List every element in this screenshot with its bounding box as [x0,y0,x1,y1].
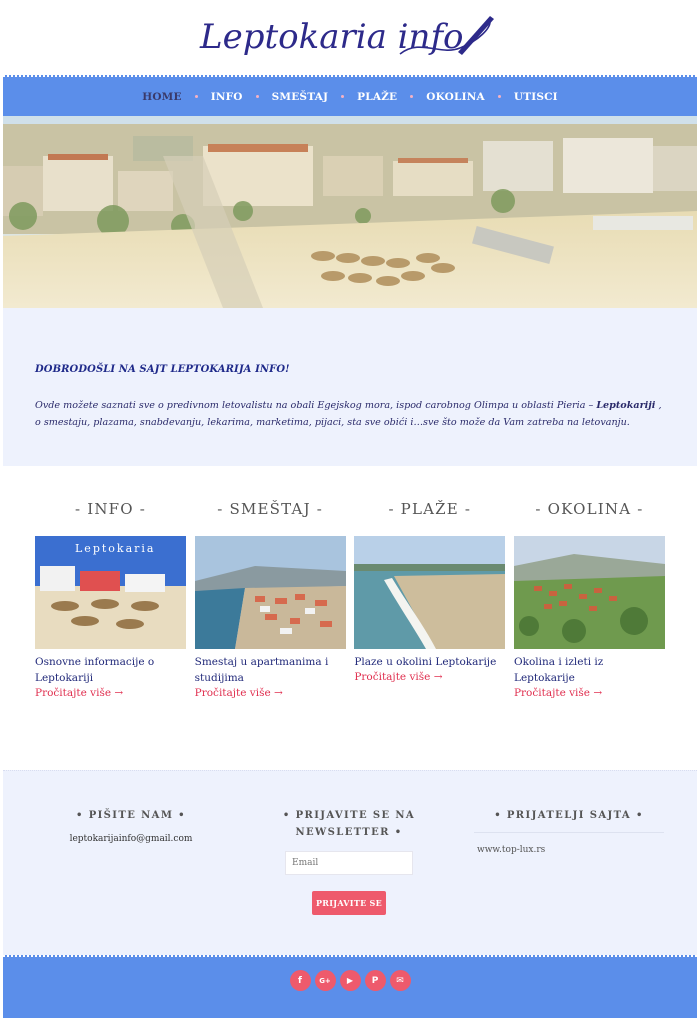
social-links: f G+ ▶ P ✉ [3,970,697,991]
hero-image [3,116,697,308]
read-more-link[interactable]: Pročitajte više → [195,687,346,699]
card-title: - PLAŽE - [388,500,472,518]
card-title: - OKOLINA - [535,500,644,518]
welcome-text: Ovde možete saznati sve o predivnom leto… [35,400,662,428]
nav-item-okolina[interactable]: OKOLINA [426,91,514,103]
email-field[interactable] [285,851,413,875]
read-more-link[interactable]: Pročitajte više → [35,687,186,699]
read-more-link[interactable]: Pročitajte više → [354,671,505,683]
nav-item-utisci[interactable]: UTISCI [514,91,558,103]
subscribe-button[interactable]: PRIJAVITE SE [312,891,386,915]
footer-widgets: • PIŠITE NAM • leptokarijainfo@gmail.com… [3,770,697,955]
card-plaze: - PLAŽE - Plaze u okolini Leptokarije Pr… [354,500,506,699]
card-desc[interactable]: Osnovne informacije o Leptokariji [35,654,186,686]
nav-item-info[interactable]: INFO [211,91,272,103]
welcome-section: DOBRODOŠLI NA SAJT LEPTOKARIJA INFO! Ovd… [3,308,697,466]
card-info: - INFO - Leptokaria Osnovne informacije … [35,500,186,699]
welcome-heading: DOBRODOŠLI NA SAJT LEPTOKARIJA INFO! [35,364,290,375]
card-title: - SMEŠTAJ - [217,500,324,518]
google-plus-icon[interactable]: G+ [314,970,336,991]
card-desc[interactable]: Smestaj u apartmanima i studijima [195,654,346,686]
newsletter-title: • PRIJAVITE SE NA NEWSLETTER • [282,810,416,838]
bottom-bar: f G+ ▶ P ✉ [3,955,697,1018]
nav-item-plaze[interactable]: PLAŽE [357,91,426,103]
card-image-info[interactable]: Leptokaria [35,536,186,649]
card-image-caption: Leptokaria [75,542,155,555]
category-cards: - INFO - Leptokaria Osnovne informacije … [35,500,665,699]
mail-icon[interactable]: ✉ [389,970,411,991]
newsletter-widget: • PRIJAVITE SE NANEWSLETTER • PRIJAVITE … [249,807,449,915]
friend-link[interactable]: www.top-lux.rs [469,845,669,855]
facebook-icon[interactable]: f [289,970,311,991]
main-nav: HOME INFO SMEŠTAJ PLAŽE OKOLINA UTISCI [3,75,697,116]
read-more-link[interactable]: Pročitajte više → [514,687,665,699]
youtube-icon[interactable]: ▶ [339,970,361,991]
logo-text: Leptokaria info [199,17,464,57]
card-smestaj: - SMEŠTAJ - Smestaj u apartmanima i stud… [194,500,346,699]
card-image-smestaj[interactable] [194,536,346,649]
card-image-okolina[interactable] [513,536,665,649]
nav-item-smestaj[interactable]: SMEŠTAJ [272,91,358,103]
site-logo[interactable]: Leptokaria info [0,8,700,68]
pinterest-icon[interactable]: P [364,970,386,991]
card-desc[interactable]: Okolina i izleti iz Leptokarije [514,654,665,686]
contact-widget: • PIŠITE NAM • leptokarijainfo@gmail.com [31,807,231,844]
divider [474,832,664,833]
card-title: - INFO - [74,500,147,518]
header: Leptokaria info [0,0,700,75]
nav-item-home[interactable]: HOME [142,91,211,103]
friends-widget: • PRIJATELJI SAJTA • www.top-lux.rs [469,807,669,855]
card-okolina: - OKOLINA - Okolina i izleti iz Leptokar… [513,500,665,699]
contact-title: • PIŠITE NAM • [76,810,186,821]
card-image-plaze[interactable] [354,536,506,649]
friends-title: • PRIJATELJI SAJTA • [494,810,644,821]
card-desc[interactable]: Plaze u okolini Leptokarije [354,654,505,670]
contact-email[interactable]: leptokarijainfo@gmail.com [31,834,231,844]
